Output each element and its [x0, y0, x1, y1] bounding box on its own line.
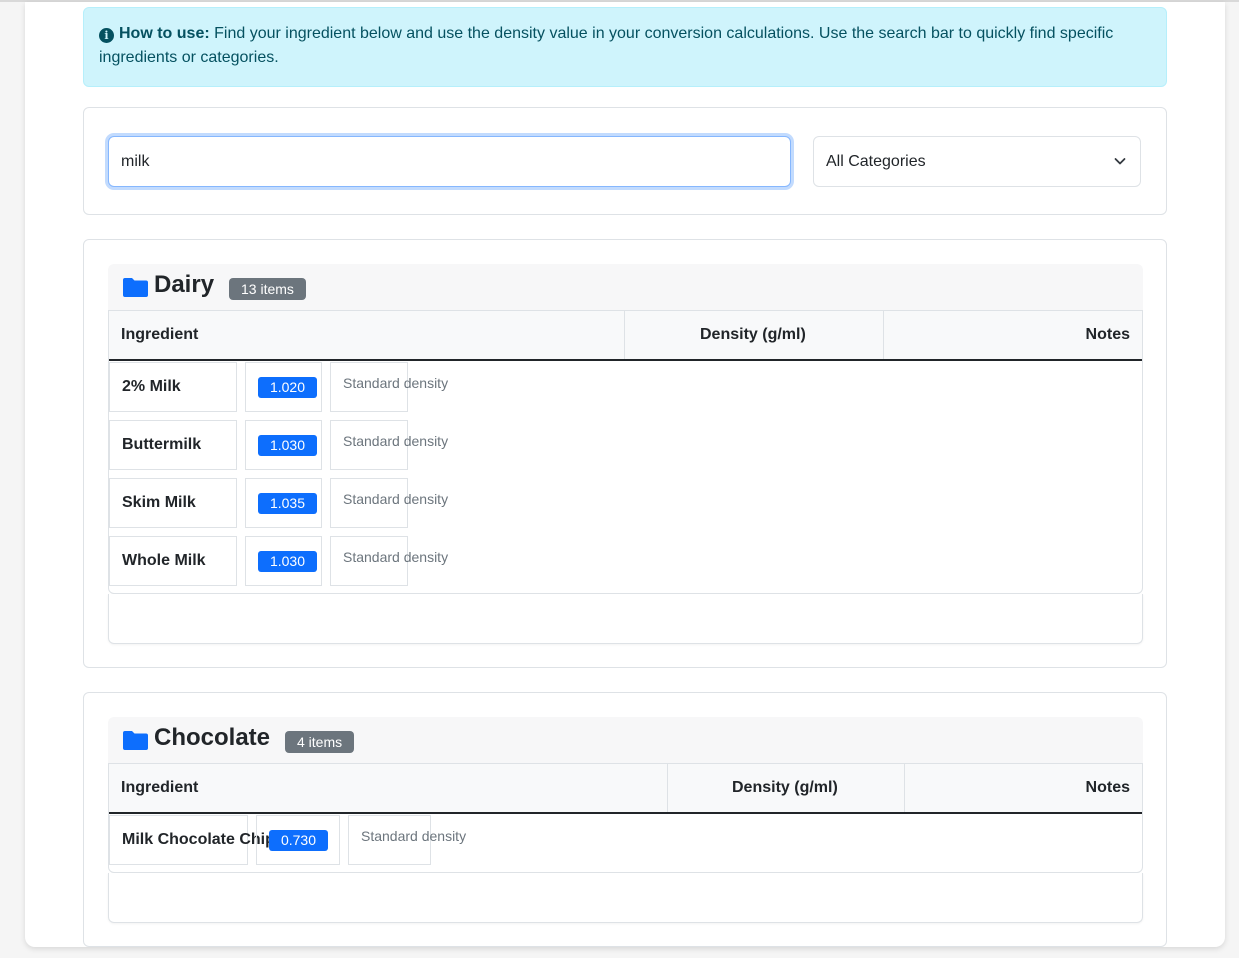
- density-badge: 0.730: [269, 830, 328, 851]
- chevron-down-icon: [1114, 158, 1126, 165]
- category-select[interactable]: All Categories: [813, 136, 1141, 187]
- column-header-ingredient: Ingredient: [121, 779, 199, 796]
- density-badge: 1.020: [258, 377, 317, 398]
- category-card-chocolate: Chocolate 4 items Ingredient Density (g/…: [83, 692, 1167, 947]
- folder-icon: [123, 278, 148, 297]
- density-note: Standard density: [361, 828, 467, 844]
- density-badge: 1.035: [258, 493, 317, 514]
- category-header: Chocolate 4 items: [108, 717, 1143, 763]
- column-header-notes: Notes: [1085, 779, 1130, 796]
- density-note: Standard density: [343, 375, 449, 391]
- ingredient-cell: Buttermilk: [109, 420, 237, 470]
- ingredient-cell: 2% Milk: [109, 362, 237, 412]
- ingredient-name: Buttermilk: [122, 436, 202, 453]
- ingredient-cell: Whole Milk: [109, 536, 237, 586]
- category-card-dairy: Dairy 13 items Ingredient Density (g/ml)…: [83, 239, 1167, 668]
- table-row: Buttermilk 1.030 Standard density: [109, 420, 1142, 478]
- density-note: Standard density: [343, 549, 449, 565]
- ingredient-name: Skim Milk: [122, 494, 196, 511]
- table-row: Milk Chocolate Chips 0.730 Standard dens…: [109, 815, 1142, 872]
- how-to-use-alert: i How to use: Find your ingredient below …: [83, 7, 1167, 87]
- category-title: Chocolate: [154, 724, 271, 751]
- search-card: All Categories: [83, 107, 1167, 215]
- category-select-value: All Categories: [826, 153, 926, 170]
- search-input[interactable]: [108, 136, 791, 187]
- density-note: Standard density: [343, 433, 449, 449]
- ingredient-table: Ingredient Density (g/ml) Notes Milk Cho…: [108, 763, 1143, 873]
- table-row: Skim Milk 1.035 Standard density: [109, 478, 1142, 536]
- ingredient-cell: Skim Milk: [109, 478, 237, 528]
- column-header-ingredient: Ingredient: [121, 326, 199, 343]
- column-header-density: Density (g/ml): [700, 326, 806, 343]
- table-row: 2% Milk 1.020 Standard density: [109, 362, 1142, 420]
- item-count-badge: 13 items: [229, 278, 306, 300]
- density-note: Standard density: [343, 491, 449, 507]
- item-count-badge: 4 items: [285, 731, 355, 753]
- folder-icon: [123, 731, 148, 750]
- table-row: Whole Milk 1.030 Standard density: [109, 536, 1142, 593]
- column-header-notes: Notes: [1085, 326, 1130, 343]
- ingredient-table: Ingredient Density (g/ml) Notes 2% Milk …: [108, 310, 1143, 594]
- ingredient-name: 2% Milk: [122, 378, 181, 395]
- ingredient-cell: Milk Chocolate Chips: [109, 815, 284, 865]
- density-badge: 1.030: [258, 435, 317, 456]
- table-header: Ingredient Density (g/ml) Notes: [109, 311, 1142, 361]
- density-badge: 1.030: [258, 551, 317, 572]
- ingredient-name: Whole Milk: [122, 552, 206, 569]
- table-footer: [108, 594, 1143, 644]
- column-header-density: Density (g/ml): [732, 779, 838, 796]
- category-title: Dairy: [154, 271, 215, 298]
- how-to-use-text: Find your ingredient below and use the d…: [99, 25, 1114, 66]
- info-circle-icon: i: [99, 28, 114, 43]
- table-header: Ingredient Density (g/ml) Notes: [109, 764, 1142, 814]
- how-to-use-label: How to use:: [119, 25, 210, 42]
- category-header: Dairy 13 items: [108, 264, 1143, 310]
- table-footer: [108, 873, 1143, 923]
